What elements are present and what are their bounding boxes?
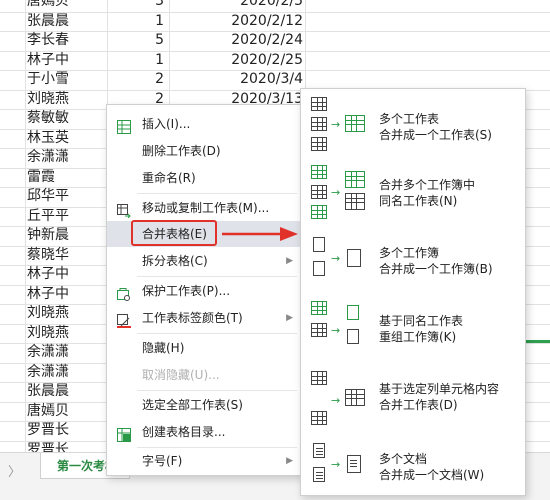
- merge-submenu: → 多个工作表 合并成一个工作表(S) → 合并多个工作簿中 同名工作表(N) …: [300, 88, 526, 496]
- menu-item-label: 选定全部工作表(S): [142, 398, 243, 412]
- count-cell[interactable]: 2: [108, 70, 168, 89]
- date-cell[interactable]: 2020/2/25: [170, 51, 305, 70]
- menu-item-create-toc[interactable]: 创建表格目录...: [107, 419, 301, 445]
- name-cell[interactable]: 蔡敏敏: [27, 109, 107, 128]
- menu-item-unhide: 取消隐藏(U)...: [107, 362, 301, 388]
- name-cell[interactable]: 张晨晨: [27, 12, 107, 31]
- submenu-line1: 基于同名工作表: [379, 314, 464, 328]
- submenu-arrow-icon: ▶: [286, 313, 293, 323]
- menu-item-label: 字号(F): [142, 454, 183, 468]
- name-cell[interactable]: 丘平平: [27, 207, 107, 226]
- insert-table-icon: [117, 117, 131, 134]
- menu-item-move-copy[interactable]: 移动或复制工作表(M)...: [107, 195, 301, 221]
- count-cell[interactable]: 1: [108, 51, 168, 70]
- submenu-item-merge-docs[interactable]: → 多个文档 合并成一个文档(W): [301, 435, 525, 500]
- submenu-line2: 同名工作表(N): [379, 194, 458, 208]
- name-cell[interactable]: 林子中: [27, 51, 107, 70]
- protect-sheet-icon: [117, 284, 131, 301]
- submenu-line2: 重组工作簿(K): [379, 330, 457, 344]
- move-copy-icon: [117, 201, 131, 219]
- name-cell[interactable]: 林玉英: [27, 129, 107, 148]
- name-cell[interactable]: 雷霞: [27, 168, 107, 187]
- menu-item-tab-color[interactable]: 工作表标签颜色(T) ▶: [107, 305, 301, 331]
- menu-item-protect[interactable]: 保护工作表(P)...: [107, 278, 301, 304]
- count-cell[interactable]: 1: [108, 12, 168, 31]
- menu-item-label: 创建表格目录...: [142, 425, 226, 439]
- submenu-arrow-icon: ▶: [286, 256, 293, 266]
- table-row: 于小雪 2 2020/3/4: [0, 70, 303, 89]
- table-toc-icon: [117, 425, 131, 442]
- menu-item-label: 工作表标签颜色(T): [142, 311, 243, 325]
- menu-item-hide[interactable]: 隐藏(H): [107, 335, 301, 361]
- name-cell[interactable]: 余潇潇: [27, 363, 107, 382]
- name-cell[interactable]: 刘晓燕: [27, 90, 107, 109]
- menu-divider: [137, 276, 297, 277]
- date-cell[interactable]: 2020/2/24: [170, 31, 305, 50]
- submenu-line1: 合并多个工作簿中: [379, 178, 476, 192]
- count-cell[interactable]: 5: [108, 31, 168, 50]
- name-cell[interactable]: 钟新晨: [27, 226, 107, 245]
- name-cell[interactable]: 唐嫣贝: [27, 0, 107, 11]
- menu-item-delete[interactable]: 删除工作表(D): [107, 138, 301, 164]
- name-cell[interactable]: 蔡晓华: [27, 246, 107, 265]
- name-cell[interactable]: 罗晋长: [27, 421, 107, 440]
- table-row: 唐嫣贝 3 2020/2/5: [0, 0, 303, 11]
- tab-scroll-icon[interactable]: 〉: [8, 461, 21, 480]
- name-cell[interactable]: 林子中: [27, 265, 107, 284]
- date-cell[interactable]: 2020/3/4: [170, 70, 305, 89]
- name-cell[interactable]: 林子中: [27, 285, 107, 304]
- menu-item-label: 删除工作表(D): [142, 144, 221, 158]
- name-cell[interactable]: 刘晓燕: [27, 304, 107, 323]
- menu-item-label: 插入(I)...: [142, 117, 191, 131]
- name-cell[interactable]: 刘晓燕: [27, 324, 107, 343]
- menu-divider: [137, 193, 297, 194]
- name-cell[interactable]: 李长春: [27, 31, 107, 50]
- name-cell[interactable]: 余潇潇: [27, 148, 107, 167]
- name-cell[interactable]: 余潇潇: [27, 343, 107, 362]
- submenu-item-merge-workbooks[interactable]: → 多个工作簿 合并成一个工作簿(B): [301, 229, 525, 295]
- submenu-line1: 多个工作表: [379, 112, 440, 126]
- menu-item-label: 拆分表格(C): [142, 254, 208, 268]
- menu-item-insert[interactable]: 插入(I)...: [107, 111, 301, 137]
- menu-item-label: 隐藏(H): [142, 341, 185, 355]
- name-cell[interactable]: 邱华平: [27, 187, 107, 206]
- menu-item-label: 取消隐藏(U)...: [142, 368, 220, 382]
- name-cell[interactable]: 于小雪: [27, 70, 107, 89]
- menu-item-select-all[interactable]: 选定全部工作表(S): [107, 392, 301, 418]
- merge-highlight-box: [131, 220, 217, 246]
- menu-item-font-size[interactable]: 字号(F) ▶: [107, 448, 301, 474]
- menu-item-rename[interactable]: 重命名(R): [107, 165, 301, 191]
- submenu-line1: 多个文档: [379, 452, 428, 466]
- menu-item-label: 移动或复制工作表(M)...: [142, 201, 270, 215]
- count-cell[interactable]: 3: [108, 0, 168, 11]
- red-arrow-icon: [222, 227, 298, 241]
- date-cell[interactable]: 2020/2/5: [170, 0, 305, 11]
- submenu-line1: 多个工作簿: [379, 246, 440, 260]
- name-cell[interactable]: 张晨晨: [27, 382, 107, 401]
- table-row: 张晨晨 1 2020/2/12: [0, 12, 303, 31]
- name-cell[interactable]: 唐嫣贝: [27, 402, 107, 421]
- submenu-item-merge-same-name[interactable]: → 合并多个工作簿中 同名工作表(N): [301, 159, 525, 225]
- menu-item-label: 保护工作表(P)...: [142, 284, 231, 298]
- submenu-line2: 合并成一个文档(W): [379, 468, 485, 482]
- submenu-item-regroup[interactable]: → 基于同名工作表 重组工作簿(K): [301, 295, 525, 361]
- menu-item-split[interactable]: 拆分表格(C) ▶: [107, 248, 301, 274]
- tab-color-icon: [117, 311, 131, 328]
- menu-item-label: 重命名(R): [142, 171, 196, 185]
- menu-divider: [137, 333, 297, 334]
- submenu-line1: 基于选定列单元格内容: [379, 382, 500, 396]
- table-row: 李长春 5 2020/2/24: [0, 31, 303, 50]
- submenu-line2: 合并工作表(D): [379, 398, 458, 412]
- submenu-line2: 合并成一个工作簿(B): [379, 262, 493, 276]
- context-menu: 插入(I)... 删除工作表(D) 重命名(R) 移动或复制工作表(M)... …: [106, 104, 302, 476]
- submenu-item-merge-by-column[interactable]: → 基于选定列单元格内容 合并工作表(D): [301, 365, 525, 431]
- table-row: 林子中 1 2020/2/25: [0, 51, 303, 70]
- submenu-line2: 合并成一个工作表(S): [379, 128, 492, 142]
- submenu-arrow-icon: ▶: [286, 456, 293, 466]
- submenu-item-merge-sheets[interactable]: → 多个工作表 合并成一个工作表(S): [301, 91, 525, 157]
- date-cell[interactable]: 2020/2/12: [170, 12, 305, 31]
- menu-divider: [137, 390, 297, 391]
